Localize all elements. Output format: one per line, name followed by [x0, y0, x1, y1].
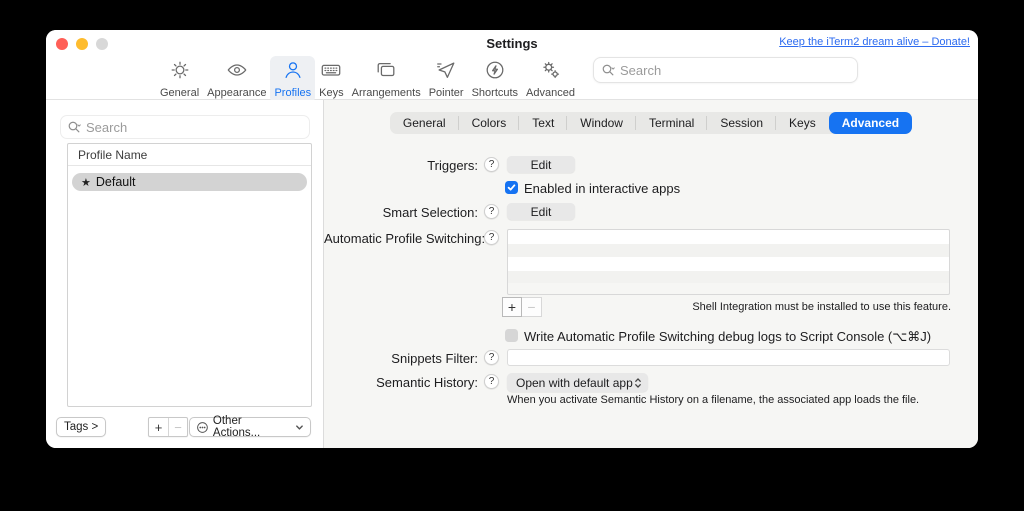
- snippets-filter-field[interactable]: [507, 349, 950, 366]
- aps-add-button[interactable]: +: [502, 297, 522, 317]
- add-profile-button[interactable]: +: [149, 418, 168, 436]
- tab-advanced[interactable]: Advanced: [828, 112, 913, 134]
- eye-icon: [226, 59, 248, 86]
- person-icon: [282, 59, 304, 86]
- ellipsis-circle-icon: [197, 421, 208, 433]
- gears-icon: [540, 59, 562, 86]
- titlebar-toolbar: Settings Keep the iTerm2 dream alive – D…: [46, 30, 978, 103]
- toolbar-item-label: Advanced: [526, 87, 575, 99]
- toolbar-item-label: Shortcuts: [471, 87, 519, 99]
- semantic-history-help-button[interactable]: ?: [484, 374, 499, 389]
- toolbar-item-pointer[interactable]: Pointer: [425, 56, 468, 103]
- segmented-control: General Colors Text Window Terminal Sess…: [389, 112, 913, 134]
- tab-terminal[interactable]: Terminal: [636, 112, 708, 134]
- toolbar-item-label: Pointer: [428, 87, 464, 99]
- up-down-chevrons-icon: [635, 377, 641, 388]
- aps-help-button[interactable]: ?: [484, 230, 499, 245]
- toolbar-search-field[interactable]: [593, 57, 858, 83]
- popup-selected-value: Open with default app: [516, 375, 633, 390]
- aps-label: Automatic Profile Switching:: [324, 231, 486, 246]
- triggers-label: Triggers:: [427, 158, 478, 173]
- cursor-icon: [435, 59, 457, 86]
- gear-icon: [169, 59, 191, 86]
- semantic-history-caption: When you activate Semantic History on a …: [507, 394, 920, 406]
- triggers-help-button[interactable]: ?: [484, 157, 499, 172]
- toolbar-item-shortcuts[interactable]: Shortcuts: [468, 56, 522, 103]
- toolbar-item-label: Appearance: [207, 87, 267, 99]
- semantic-history-popup[interactable]: Open with default app: [507, 373, 648, 392]
- tab-colors[interactable]: Colors: [459, 112, 520, 134]
- profile-list-header: Profile Name: [68, 144, 311, 166]
- smart-selection-label: Smart Selection:: [382, 205, 478, 220]
- tab-text[interactable]: Text: [519, 112, 568, 134]
- keyboard-icon: [320, 59, 342, 86]
- interactive-apps-checkbox-label[interactable]: Enabled in interactive apps: [524, 181, 680, 196]
- bolt-circle-icon: [484, 59, 506, 86]
- toolbar-item-profiles[interactable]: Profiles: [270, 56, 316, 103]
- aps-add-remove-group: + −: [502, 297, 542, 317]
- profile-list: Profile Name ★ Default: [67, 143, 312, 407]
- windows-icon: [375, 59, 397, 86]
- profiles-sidebar: Profile Name ★ Default Tags > + − Other …: [46, 100, 324, 448]
- sidebar-bottom-bar: Tags > + − Other Actions...: [46, 415, 323, 439]
- snippets-filter-help-button[interactable]: ?: [484, 350, 499, 365]
- preferences-toolbar: General Appearance Profiles Keys Arrange…: [156, 56, 579, 103]
- smart-selection-help-button[interactable]: ?: [484, 204, 499, 219]
- toolbar-item-label: Profiles: [274, 87, 312, 99]
- profile-row-default[interactable]: ★ Default: [72, 173, 307, 191]
- aps-remove-button: −: [522, 297, 542, 317]
- settings-body: Profile Name ★ Default Tags > + − Other …: [46, 100, 978, 448]
- toolbar-item-label: Arrangements: [351, 87, 421, 99]
- toolbar-item-label: Keys: [319, 87, 344, 99]
- check-icon: [507, 184, 516, 191]
- tab-general[interactable]: General: [390, 112, 459, 134]
- remove-profile-button: −: [168, 418, 187, 436]
- triggers-edit-button[interactable]: Edit: [507, 156, 575, 173]
- aps-debug-checkbox-label[interactable]: Write Automatic Profile Switching debug …: [524, 329, 931, 345]
- donate-link[interactable]: Keep the iTerm2 dream alive – Donate!: [779, 36, 970, 48]
- interactive-apps-checkbox[interactable]: [505, 181, 518, 194]
- profile-add-remove-group: + −: [148, 417, 188, 437]
- toolbar-item-label: General: [160, 87, 200, 99]
- tags-button[interactable]: Tags >: [56, 417, 107, 437]
- other-actions-dropdown[interactable]: Other Actions...: [189, 415, 311, 439]
- toolbar-item-keys[interactable]: Keys: [315, 56, 347, 103]
- toolbar-item-arrangements[interactable]: Arrangements: [348, 56, 425, 103]
- profile-name: Default: [95, 175, 136, 189]
- tab-keys[interactable]: Keys: [776, 112, 829, 134]
- other-actions-label: Other Actions...: [212, 415, 261, 439]
- toolbar-item-appearance[interactable]: Appearance: [203, 56, 270, 103]
- profile-tab-bar: General Colors Text Window Terminal Sess…: [324, 112, 978, 134]
- star-icon: ★: [81, 176, 91, 189]
- shell-integration-note: Shell Integration must be installed to u…: [692, 301, 951, 313]
- profile-settings-pane: General Colors Text Window Terminal Sess…: [324, 100, 978, 448]
- chevron-down-icon: [296, 424, 303, 430]
- aps-rules-table[interactable]: [507, 229, 950, 295]
- profile-search-input[interactable]: [86, 119, 303, 135]
- profile-search-field[interactable]: [60, 115, 310, 139]
- settings-window: Settings Keep the iTerm2 dream alive – D…: [46, 30, 978, 448]
- tab-session[interactable]: Session: [707, 112, 776, 134]
- search-icon: [67, 120, 82, 135]
- toolbar-item-general[interactable]: General: [156, 56, 203, 103]
- semantic-history-label: Semantic History:: [376, 375, 478, 390]
- search-icon: [601, 63, 616, 78]
- search-input[interactable]: [620, 62, 850, 78]
- tab-window[interactable]: Window: [567, 112, 636, 134]
- smart-selection-edit-button[interactable]: Edit: [507, 203, 575, 220]
- aps-debug-checkbox[interactable]: [505, 329, 518, 342]
- snippets-filter-label: Snippets Filter:: [391, 351, 478, 366]
- toolbar-item-advanced[interactable]: Advanced: [522, 56, 579, 103]
